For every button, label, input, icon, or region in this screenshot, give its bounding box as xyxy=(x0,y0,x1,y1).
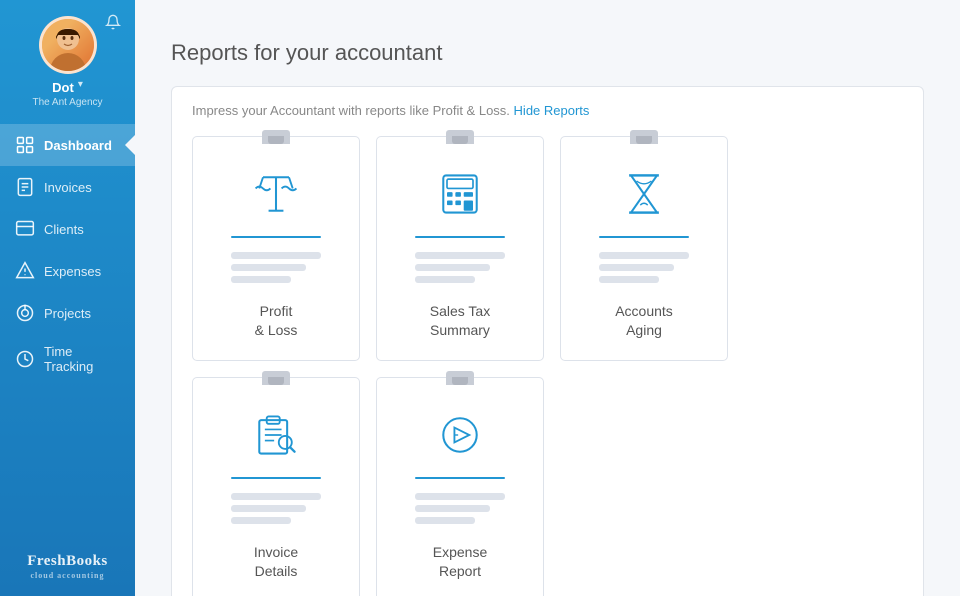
avatar[interactable] xyxy=(39,16,97,74)
report-cards-grid: Profit& Loss xyxy=(192,136,903,596)
report-card-expense-report[interactable]: ExpenseReport xyxy=(376,377,544,596)
dashboard-icon xyxy=(14,134,36,156)
projects-icon xyxy=(14,302,36,324)
sidebar-item-time-tracking[interactable]: Time Tracking xyxy=(0,334,135,384)
card-divider xyxy=(599,236,689,238)
report-card-profit-loss[interactable]: Profit& Loss xyxy=(192,136,360,361)
sidebar-item-expenses[interactable]: Expenses xyxy=(0,250,135,292)
report-card-invoice-details[interactable]: InvoiceDetails xyxy=(192,377,360,596)
hide-reports-link[interactable]: Hide Reports xyxy=(514,103,590,118)
card-clip xyxy=(630,130,658,144)
sidebar-item-dashboard-label: Dashboard xyxy=(44,138,112,153)
profit-loss-label: Profit& Loss xyxy=(255,302,298,340)
accounts-aging-label: AccountsAging xyxy=(615,302,673,340)
sidebar-item-projects-label: Projects xyxy=(44,306,91,321)
sidebar-logo: FreshBooks cloud accounting xyxy=(27,539,108,596)
sidebar-profile: Dot ▾ The Ant Agency xyxy=(0,0,135,120)
sidebar-item-invoices-label: Invoices xyxy=(44,180,92,195)
card-divider xyxy=(415,236,505,238)
invoices-icon xyxy=(14,176,36,198)
sales-tax-label: Sales TaxSummary xyxy=(430,302,490,340)
expenses-icon xyxy=(14,260,36,282)
sidebar-item-dashboard[interactable]: Dashboard xyxy=(0,124,135,166)
card-lines xyxy=(415,252,505,288)
time-tracking-icon xyxy=(14,348,36,370)
bell-icon[interactable] xyxy=(105,14,121,35)
reports-container: Impress your Accountant with reports lik… xyxy=(171,86,924,596)
report-card-accounts-aging[interactable]: AccountsAging xyxy=(560,136,728,361)
sidebar-item-invoices[interactable]: Invoices xyxy=(0,166,135,208)
chevron-down-icon[interactable]: ▾ xyxy=(78,79,83,90)
accounts-aging-icon xyxy=(616,166,672,222)
freshbooks-wordmark: FreshBooks cloud accounting xyxy=(27,553,108,580)
card-clip xyxy=(262,130,290,144)
card-lines xyxy=(231,493,321,529)
page-title: Reports for your accountant xyxy=(171,40,924,66)
expense-report-label: ExpenseReport xyxy=(433,543,487,581)
sidebar-nav: Dashboard Invoices Clients Expenses xyxy=(0,124,135,539)
card-clip xyxy=(262,371,290,385)
sidebar-company: The Ant Agency xyxy=(32,97,102,108)
card-clip xyxy=(446,130,474,144)
sidebar-item-projects[interactable]: Projects xyxy=(0,292,135,334)
sidebar-item-clients[interactable]: Clients xyxy=(0,208,135,250)
card-divider xyxy=(231,236,321,238)
sales-tax-icon xyxy=(432,166,488,222)
clients-icon xyxy=(14,218,36,240)
expense-report-icon xyxy=(432,407,488,463)
card-divider xyxy=(415,477,505,479)
card-clip xyxy=(446,371,474,385)
sidebar-item-time-tracking-label: Time Tracking xyxy=(44,344,121,374)
sidebar-item-expenses-label: Expenses xyxy=(44,264,101,279)
sidebar-item-clients-label: Clients xyxy=(44,222,84,237)
card-divider xyxy=(231,477,321,479)
main-content: Reports for your accountant Impress your… xyxy=(135,0,960,596)
profit-loss-icon xyxy=(248,166,304,222)
report-card-sales-tax[interactable]: Sales TaxSummary xyxy=(376,136,544,361)
card-lines xyxy=(599,252,689,288)
reports-subtitle: Impress your Accountant with reports lik… xyxy=(192,103,903,118)
invoice-details-icon xyxy=(248,407,304,463)
card-lines xyxy=(231,252,321,288)
sidebar: Dot ▾ The Ant Agency Dashboard Invoices … xyxy=(0,0,135,596)
sidebar-username: Dot xyxy=(52,80,74,95)
card-lines xyxy=(415,493,505,529)
invoice-details-label: InvoiceDetails xyxy=(254,543,298,581)
